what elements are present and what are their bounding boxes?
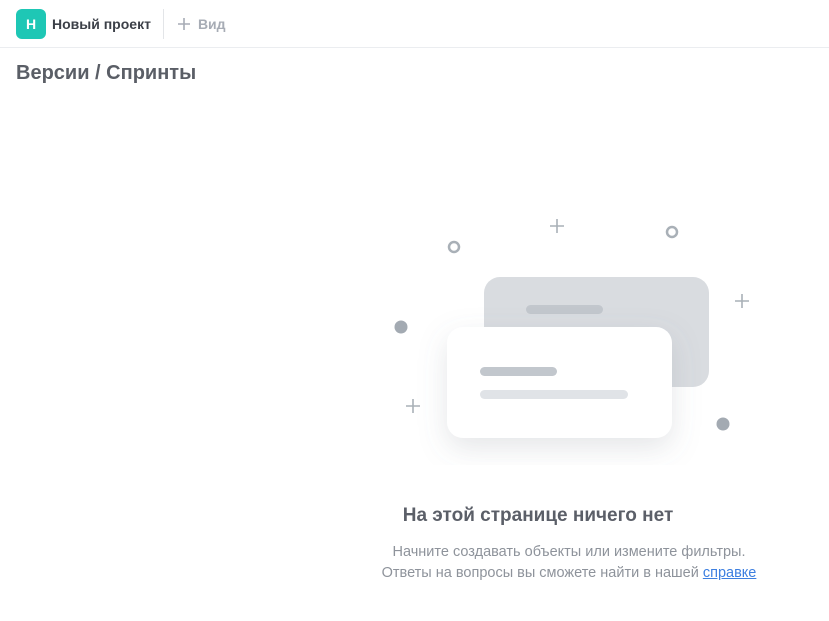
decor-ring-icon [447,240,461,254]
decor-dot-icon [394,320,408,334]
empty-state-description: Начните создавать объекты или измените ф… [330,542,808,584]
project-avatar: Н [16,8,46,39]
decor-plus-icon [550,219,564,233]
empty-state-illustration [394,219,749,438]
top-bar: Н Новый проект Вид [0,0,829,48]
decor-plus-icon [406,399,420,413]
empty-state-title: На этой странице ничего нет [402,505,674,526]
project-name: Новый проект [52,15,151,32]
page-title: Версии / Спринты [16,62,197,84]
front-card-line [480,390,628,399]
back-card-line [526,305,603,314]
project-switcher[interactable]: Н Новый проект [0,8,164,39]
empty-state-line2: Ответы на вопросы вы сможете найти в наш… [330,563,808,584]
empty-state-line2-text: Ответы на вопросы вы сможете найти в наш… [381,565,699,581]
front-card-line [480,367,557,376]
help-link[interactable]: справке [703,565,757,581]
plus-icon [177,17,190,30]
empty-state-line1: Начните создавать объекты или измените ф… [392,544,746,560]
decor-plus-icon [735,294,749,308]
decor-dot-icon [716,417,730,431]
add-view-label: Вид [197,15,226,32]
decor-ring-icon [665,225,679,239]
front-card [447,327,672,438]
add-view-button[interactable]: Вид [177,15,226,32]
